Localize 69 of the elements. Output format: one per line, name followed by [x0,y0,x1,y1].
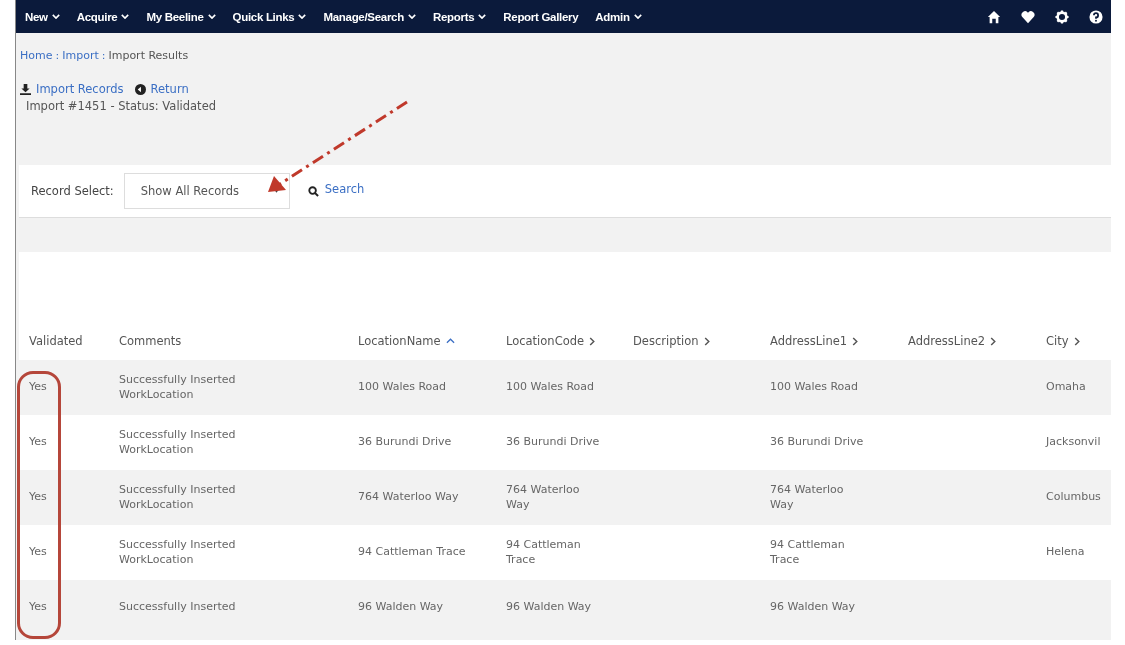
home-icon[interactable] [987,9,1001,24]
column-header[interactable]: AddressLine2 [908,334,1046,348]
column-header: Validated [29,334,84,348]
table-cell-text: 94 Cattleman Trace [358,545,467,560]
dropdown-caret-icon [273,189,279,193]
chevron-right-icon [703,336,710,346]
table-cell-text: Yes [29,380,48,395]
breadcrumb-link[interactable]: Home [20,49,53,62]
table-cell-text: Successfully Inserted WorkLocation [119,373,237,402]
column-header[interactable]: LocationCode [506,334,633,348]
heart-icon[interactable] [1021,9,1035,24]
nav-menu-item[interactable]: New [21,6,71,27]
table-cell-text: Yes [29,490,48,505]
table-cell-text: 764 Waterloo Way [358,490,460,505]
table-cell-text: Jacksonvil [1046,435,1102,450]
table-cell-text: Successfully Inserted WorkLocation [119,538,237,567]
column-header[interactable]: Description [633,334,770,348]
table-cell-text: 100 Wales Road [506,380,596,395]
column-header: Comments [119,334,183,348]
nav-menu-item[interactable]: Reports [428,6,498,27]
table-cell-text: 94 Cattleman Trace [770,538,846,567]
search-link[interactable]: Search [324,182,365,196]
column-header[interactable]: City [1046,334,1111,348]
table-cell-text: Yes [29,435,48,450]
settings-icon[interactable] [1055,9,1069,24]
download-icon [20,83,31,95]
nav-menu-item[interactable]: Acquire [72,6,141,27]
table-cell-text: Successfully Inserted WorkLocation [119,483,237,512]
table-cell-text: 100 Wales Road [770,380,860,395]
import-status-text: Import #1451 - Status: Validated [25,98,217,113]
action-link[interactable]: Return [150,82,189,96]
table-cell-text: Columbus [1046,490,1102,505]
nav-menu-item[interactable]: Report Gallery [499,6,590,27]
record-select-dropdown[interactable]: Show All Records [123,173,290,209]
table-cell-text: Yes [29,600,48,615]
table-cell-text: 36 Burundi Drive [506,435,601,450]
nav-menu-item[interactable]: Manage/Search [319,6,427,27]
table-cell-text: 96 Walden Way [358,600,445,615]
sort-ascending-icon [445,338,455,344]
breadcrumb-link[interactable]: Import [62,49,99,62]
chevron-right-icon [852,336,859,346]
table-cell-text: Yes [29,545,48,560]
nav-menu-item[interactable]: Quick Links [228,6,318,27]
table-cell-text: 764 Waterloo Way [506,483,581,512]
record-select-label: Record Select: [31,184,114,198]
table-cell-text: 96 Walden Way [770,600,857,615]
column-header[interactable]: LocationName [358,334,506,348]
chevron-right-icon [990,336,997,346]
table-cell-text: 36 Burundi Drive [770,435,865,450]
breadcrumb-separator: : [55,49,60,62]
table-cell-text: Successfully Inserted WorkLocation [119,428,237,457]
breadcrumb-current: Import Results [108,49,189,62]
table-cell-text: 96 Walden Way [506,600,593,615]
nav-menu-item[interactable]: My Beeline [142,6,227,27]
search-icon [307,185,319,197]
table-cell-text: 36 Burundi Drive [358,435,453,450]
nav-menu-item[interactable]: Admin [591,6,653,27]
chevron-right-icon [1073,336,1080,346]
table-cell-text: 764 Waterloo Way [770,483,845,512]
table-cell-text: Successfully Inserted [119,600,237,615]
column-header[interactable]: AddressLine1 [770,334,908,348]
chevron-right-icon [589,336,596,346]
action-link[interactable]: Import Records [36,82,124,96]
table-cell-text: 100 Wales Road [358,380,448,395]
breadcrumb-separator: : [101,49,106,62]
table-cell-text: Omaha [1046,380,1087,395]
help-icon[interactable] [1089,9,1103,24]
table-cell-text: 94 Cattleman Trace [506,538,582,567]
table-cell-text: Helena [1046,545,1086,560]
